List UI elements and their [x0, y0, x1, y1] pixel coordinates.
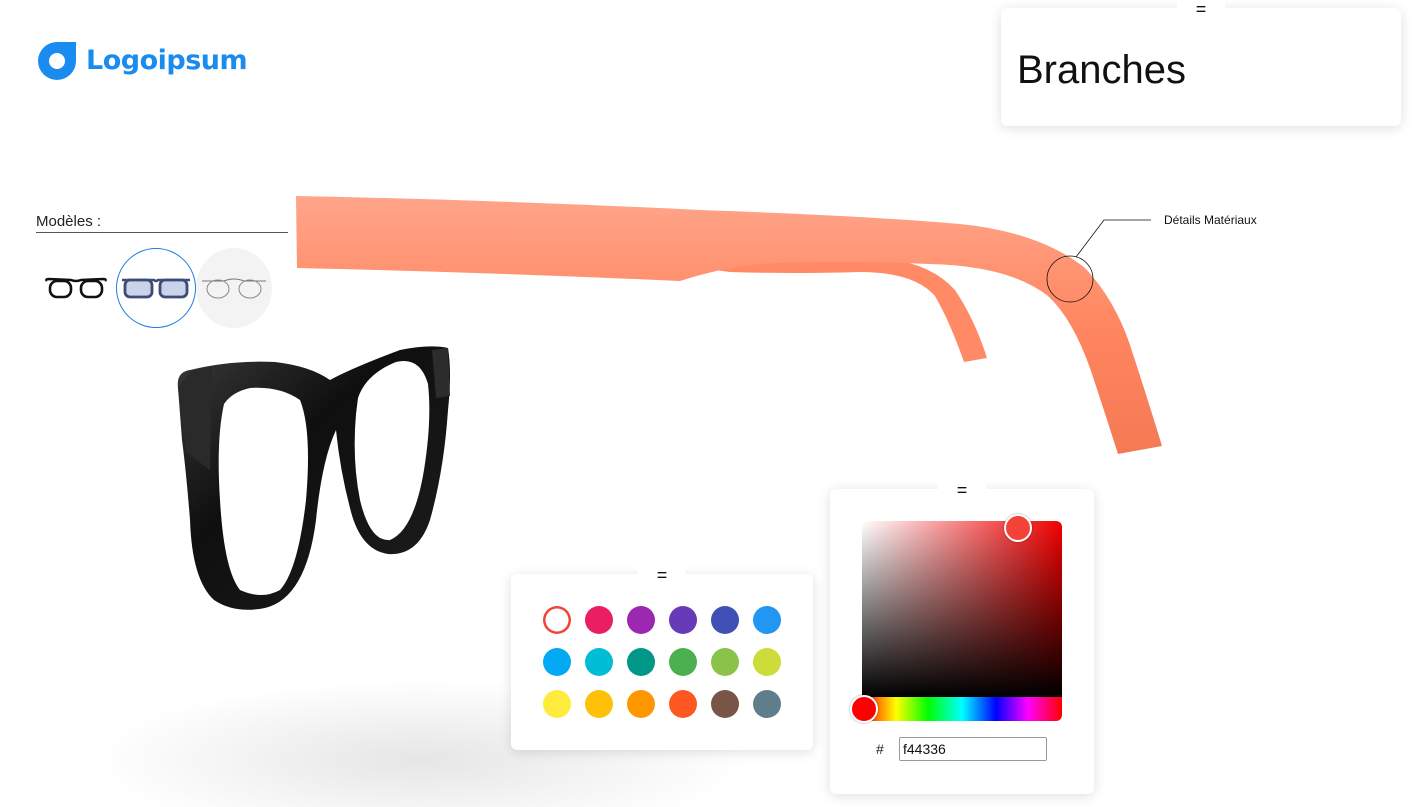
color-swatch[interactable] — [753, 690, 781, 718]
material-details-label[interactable]: Détails Matériaux — [1164, 213, 1257, 227]
branch-main[interactable] — [296, 196, 1162, 454]
branches-panel-drag-handle[interactable]: = — [1177, 0, 1225, 20]
color-swatch[interactable] — [585, 648, 613, 676]
swatch-grid — [543, 606, 781, 718]
glasses-frame[interactable] — [177, 346, 450, 610]
color-swatch[interactable] — [753, 606, 781, 634]
models-label: Modèles : — [36, 213, 288, 233]
color-swatch[interactable] — [543, 690, 571, 718]
metal-glasses-icon — [202, 278, 266, 299]
picker-panel-drag-handle[interactable]: = — [938, 479, 986, 501]
color-swatch[interactable] — [543, 648, 571, 676]
model-thumb-1[interactable] — [36, 248, 116, 328]
color-swatch[interactable] — [711, 648, 739, 676]
black-glasses-icon — [45, 277, 107, 299]
model-thumb-3[interactable] — [196, 248, 272, 328]
color-swatch-panel: = — [511, 564, 813, 750]
color-swatch[interactable] — [711, 690, 739, 718]
model-thumb-2[interactable] — [116, 248, 196, 328]
saturation-area[interactable] — [862, 521, 1062, 697]
color-swatch[interactable] — [711, 606, 739, 634]
color-swatch[interactable] — [669, 648, 697, 676]
navy-glasses-icon — [122, 278, 190, 299]
color-swatch[interactable] — [543, 606, 571, 634]
brand-logo[interactable]: Logoipsum — [36, 38, 248, 82]
logo-icon — [38, 42, 76, 80]
color-swatch[interactable] — [627, 606, 655, 634]
brand-name: Logoipsum — [86, 44, 248, 76]
color-swatch[interactable] — [669, 606, 697, 634]
color-swatch[interactable] — [669, 690, 697, 718]
hex-input[interactable] — [899, 737, 1047, 761]
color-picker-panel: = # — [830, 479, 1094, 794]
hue-thumb[interactable] — [850, 695, 878, 723]
color-swatch[interactable] — [585, 690, 613, 718]
color-swatch[interactable] — [627, 690, 655, 718]
hex-hash-label: # — [876, 741, 884, 757]
color-swatch[interactable] — [585, 606, 613, 634]
hue-slider[interactable] — [862, 697, 1062, 721]
branches-title: Branches — [1017, 48, 1186, 92]
swatch-panel-drag-handle[interactable]: = — [638, 564, 686, 586]
configurator-stage: Logoipsum Modèles : Détails Matériaux = … — [0, 0, 1415, 807]
callout-line — [1075, 219, 1151, 258]
branch-back[interactable] — [700, 256, 987, 362]
color-swatch[interactable] — [753, 648, 781, 676]
color-swatch[interactable] — [627, 648, 655, 676]
branches-panel: = Branches — [1001, 0, 1401, 126]
saturation-thumb[interactable] — [1004, 514, 1032, 542]
